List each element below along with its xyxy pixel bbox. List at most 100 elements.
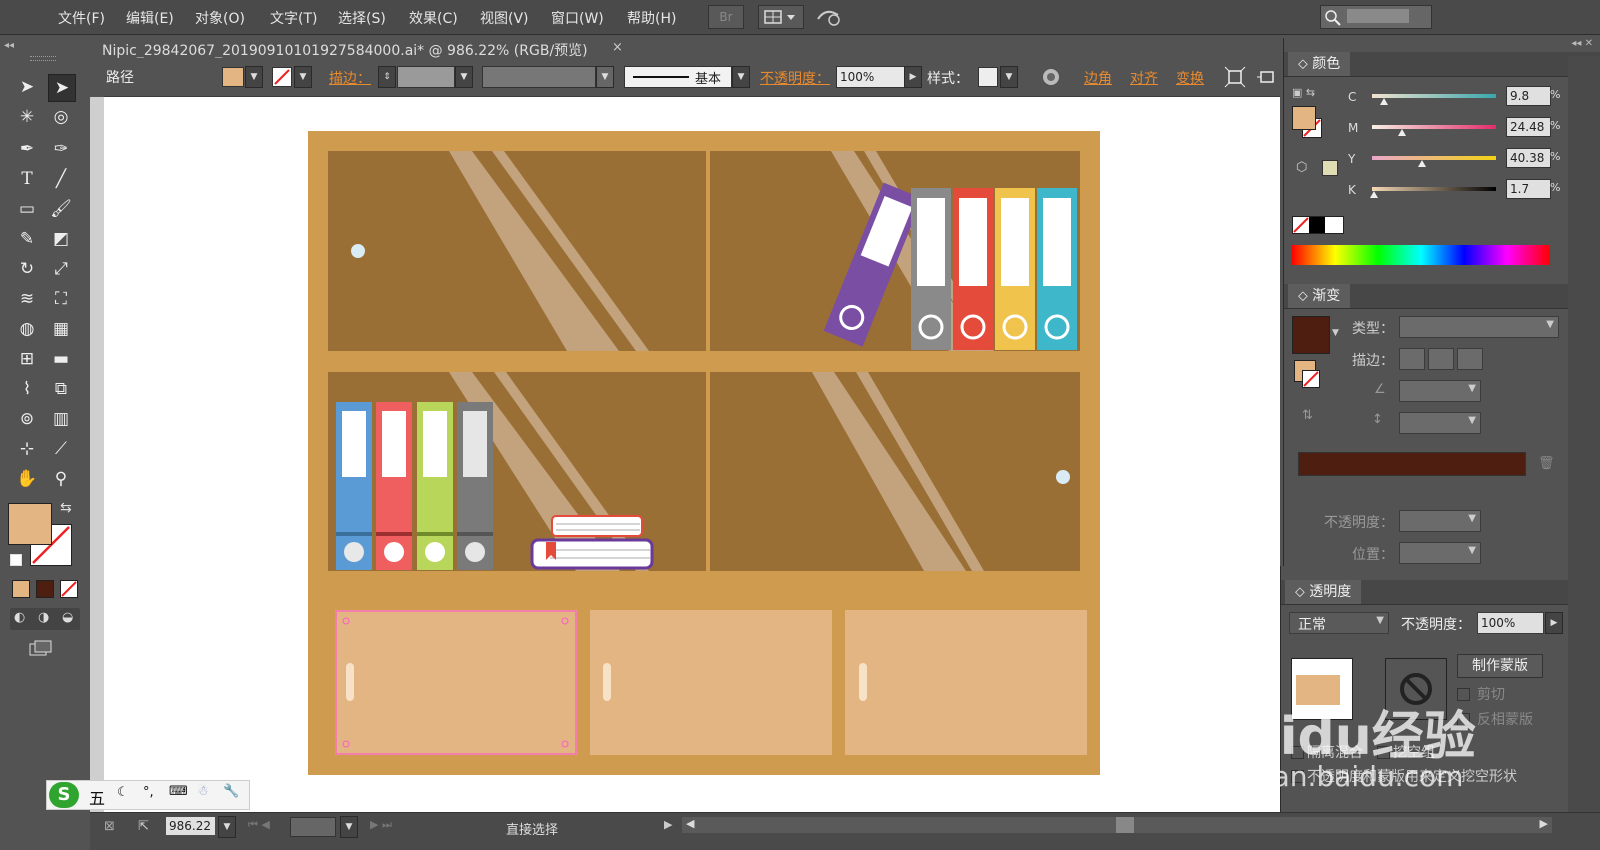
rectangle-tool-icon[interactable]: ▭ — [14, 196, 40, 222]
angle-field[interactable]: ▼ — [1399, 380, 1481, 402]
paintbrush-tool-icon[interactable]: 🖌 — [48, 196, 74, 222]
opacity-mask-shape-checkbox[interactable] — [1291, 770, 1304, 783]
fill-color-front[interactable] — [8, 503, 52, 545]
gradient-type-select[interactable]: ▼ — [1399, 316, 1559, 338]
symbol-sprayer-tool-icon[interactable]: ⊚ — [14, 406, 40, 432]
zoom-field[interactable]: 986.22 — [166, 817, 215, 835]
mask-thumbnail[interactable] — [1385, 658, 1447, 720]
tools-icon[interactable]: 🔧 — [223, 784, 239, 799]
share-icon[interactable]: ⇱ — [138, 819, 149, 834]
style-dropdown-icon[interactable]: ▼ — [1000, 66, 1018, 88]
sogou-logo-icon[interactable]: S — [49, 782, 79, 808]
in-gamut-swatch[interactable] — [1322, 160, 1338, 176]
half-width-icon[interactable]: ☾ — [117, 785, 129, 800]
make-mask-button[interactable]: 制作蒙版 — [1457, 654, 1543, 678]
curvature-tool-icon[interactable]: ✑ — [48, 136, 74, 162]
binder-coral[interactable] — [376, 402, 412, 570]
menu-select[interactable]: 选择(S) — [338, 8, 386, 28]
type-tool-icon[interactable]: T — [14, 166, 40, 192]
artboard-number-field[interactable] — [290, 817, 336, 837]
close-tab-icon[interactable]: × — [612, 40, 623, 55]
horizontal-scrollbar[interactable]: ◀ ▶ — [682, 817, 1552, 833]
gradient-tool-icon[interactable]: ▬ — [48, 346, 74, 372]
align-label[interactable]: 对齐 — [1130, 68, 1158, 88]
default-colors-icon[interactable]: ▣ ⇆ — [1292, 86, 1315, 99]
recolor-artwork-icon[interactable] — [1040, 66, 1062, 88]
aspect-ratio-field[interactable]: ▼ — [1399, 412, 1481, 434]
toolbar-grip[interactable] — [30, 56, 56, 61]
fill-swatch[interactable] — [222, 67, 244, 87]
gradient-panel-tab[interactable]: ⬦ 渐变 — [1288, 284, 1351, 308]
cmyk-value-field[interactable]: 9.8 — [1506, 86, 1551, 106]
stop-position-field[interactable]: ▼ — [1399, 542, 1481, 564]
opacity-arrow-icon[interactable]: ▶ — [1545, 612, 1563, 634]
opacity-field[interactable]: 100% — [836, 66, 905, 88]
menu-help[interactable]: 帮助(H) — [627, 8, 676, 28]
panel-menu-icon[interactable] — [1256, 66, 1278, 88]
screen-mode-button[interactable] — [28, 640, 54, 658]
binder-slate[interactable] — [457, 402, 493, 570]
menu-object[interactable]: 对象(O) — [195, 8, 245, 28]
zoom-tool-icon[interactable]: ⚲ — [48, 466, 74, 492]
artboard-nav-last-icon[interactable]: ▶ ⏭ — [370, 818, 392, 832]
artboard-nav-first-icon[interactable]: ⏮ ◀ — [248, 818, 270, 832]
transparency-panel-tab[interactable]: ⬦ 透明度 — [1285, 580, 1362, 604]
eyedropper-tool-icon[interactable]: ⌇ — [14, 376, 40, 402]
pencil-tool-icon[interactable]: ✎ — [14, 226, 40, 252]
transparency-opacity-field[interactable]: 100% — [1477, 612, 1544, 634]
column-graph-tool-icon[interactable]: ▥ — [48, 406, 74, 432]
color-panel-tab[interactable]: ⬦ 颜色 — [1288, 52, 1351, 76]
stroke-none-swatch[interactable] — [272, 67, 292, 87]
lasso-tool-icon[interactable]: ◎ — [48, 104, 74, 130]
menu-window[interactable]: 窗口(W) — [551, 8, 604, 28]
variable-width-field[interactable] — [482, 66, 596, 88]
binder-gray[interactable] — [911, 188, 951, 350]
opacity-label[interactable]: 不透明度： — [760, 68, 830, 88]
mesh-tool-icon[interactable]: ⊞ — [14, 346, 40, 372]
stroke-weight-stepper[interactable]: ⇕ — [378, 66, 396, 88]
menu-file[interactable]: 文件(F) — [58, 8, 105, 28]
menu-type[interactable]: 文字(T) — [270, 8, 317, 28]
drawer-right[interactable] — [845, 610, 1087, 755]
swap-fill-stroke-icon[interactable]: ⇆ — [60, 500, 72, 516]
pen-tool-icon[interactable]: ✒ — [14, 136, 40, 162]
slice-tool-icon[interactable]: ⟋ — [48, 436, 74, 462]
cmyk-slider[interactable] — [1372, 156, 1496, 167]
fill-swatch-front[interactable] — [1292, 106, 1316, 130]
opacity-arrow-icon[interactable]: ▶ — [904, 66, 922, 88]
scroll-left-icon[interactable]: ◀ — [686, 817, 694, 830]
warp-tool-icon[interactable]: ≋ — [14, 286, 40, 312]
drawer-left[interactable] — [335, 610, 577, 755]
binder-yellow[interactable] — [995, 188, 1035, 350]
graphic-style-swatch[interactable] — [978, 67, 998, 87]
sync-settings-button[interactable] — [812, 5, 846, 27]
reverse-gradient-icon[interactable]: ⇅ — [1302, 408, 1313, 423]
drawer-middle[interactable] — [590, 610, 832, 755]
object-thumbnail[interactable] — [1291, 658, 1353, 720]
artboard-tool-icon[interactable]: ⊹ — [14, 436, 40, 462]
bookcase-artwork[interactable] — [104, 97, 1280, 812]
binder-green[interactable] — [417, 402, 453, 570]
cmyk-value-field[interactable]: 40.38 — [1506, 148, 1551, 168]
menu-edit[interactable]: 编辑(E) — [126, 8, 174, 28]
scroll-thumb[interactable] — [1116, 817, 1134, 833]
clip-checkbox[interactable] — [1457, 688, 1470, 701]
status-icon[interactable]: ⊠ — [104, 819, 115, 834]
slider-thumb[interactable] — [1370, 191, 1379, 198]
zoom-dropdown-icon[interactable]: ▼ — [218, 816, 236, 838]
rotate-tool-icon[interactable]: ↻ — [14, 256, 40, 282]
gradient-slider[interactable] — [1298, 452, 1526, 476]
blend-tool-icon[interactable]: ⧉ — [48, 376, 74, 402]
delete-stop-icon[interactable]: 🗑 — [1538, 456, 1555, 471]
eraser-tool-icon[interactable]: ◩ — [48, 226, 74, 252]
gradient-mode-button[interactable] — [36, 580, 54, 598]
artboard-dropdown-icon[interactable]: ▼ — [340, 816, 358, 838]
none-mode-button[interactable] — [60, 580, 78, 598]
gradient-preview[interactable] — [1292, 316, 1330, 354]
cmyk-slider[interactable] — [1372, 125, 1496, 136]
brush-stroke-field[interactable]: 基本 — [624, 66, 732, 88]
blend-mode-select[interactable]: 正常 ▼ — [1289, 612, 1389, 634]
scroll-right-icon[interactable]: ▶ — [1540, 817, 1548, 830]
panel-collapse-icon[interactable]: ◂◂ ✕ — [1571, 38, 1593, 49]
gradient-dropdown-icon[interactable]: ▼ — [1332, 328, 1339, 338]
